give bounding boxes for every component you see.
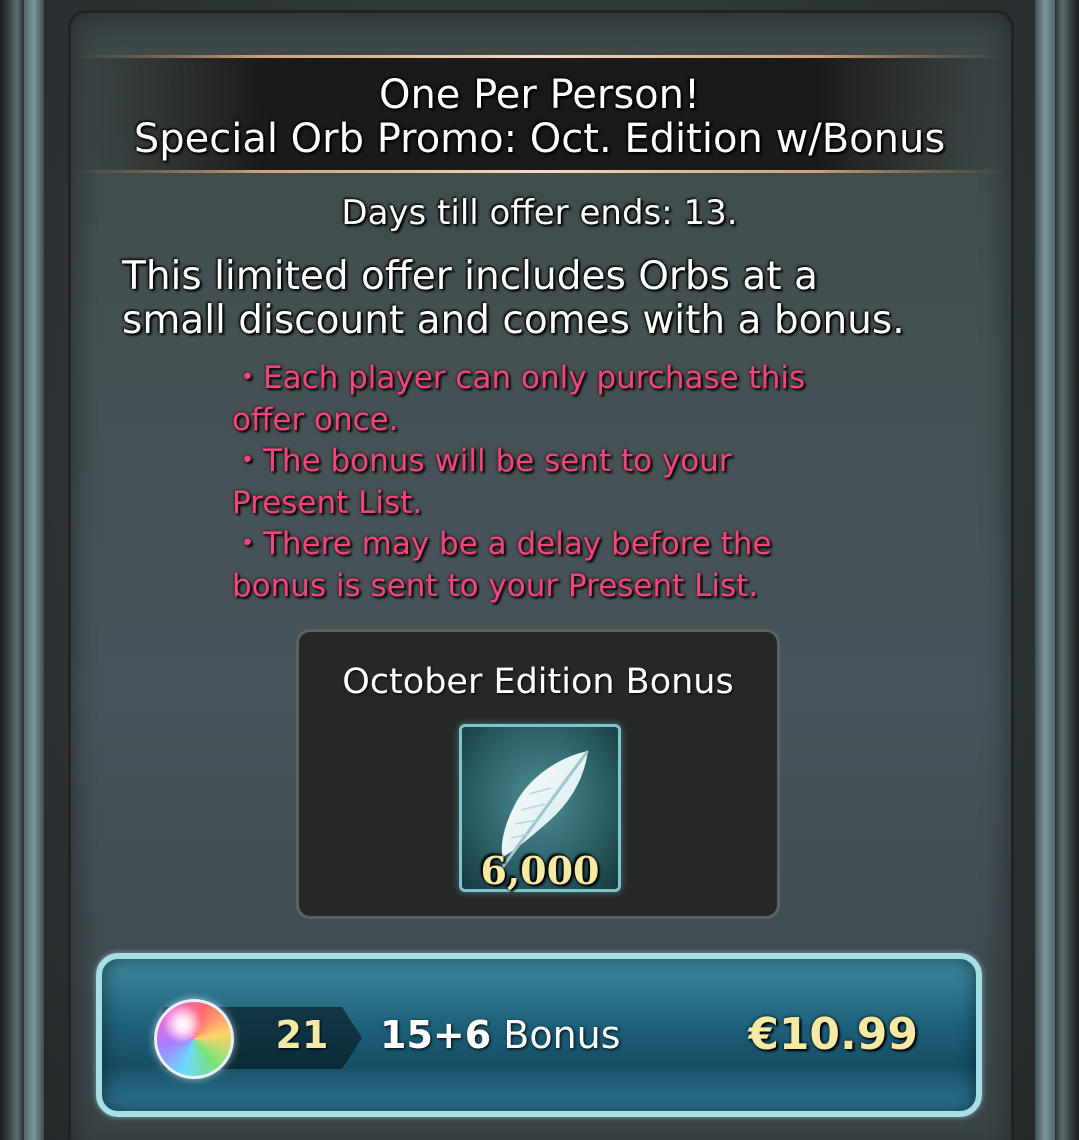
note-line: ・The bonus will be sent to your xyxy=(232,443,732,479)
title-border-top xyxy=(74,55,1004,58)
orb-amount: 15+6 xyxy=(380,1013,492,1057)
bonus-item-count: 6,000 xyxy=(480,848,600,893)
purchase-button[interactable]: 21 15+6 Bonus €10.99 xyxy=(96,953,982,1117)
bonus-box: October Edition Bonus 6,000 xyxy=(296,629,780,919)
title-border-bottom xyxy=(74,170,1004,173)
bonus-item-tile: 6,000 xyxy=(459,724,621,893)
description-line: This limited offer includes Orbs at a xyxy=(122,254,818,299)
orb-total: 21 xyxy=(275,1013,329,1057)
description-line: small discount and comes with a bonus. xyxy=(122,298,905,343)
note-line: ・There may be a delay before the xyxy=(232,526,772,562)
frame-right-inner xyxy=(1035,0,1055,1140)
note-line: Present List. xyxy=(232,484,423,521)
note-line: offer once. xyxy=(232,401,399,438)
orb-breakdown: 15+6 Bonus xyxy=(380,1013,621,1057)
offer-title-line2: Special Orb Promo: Oct. Edition w/Bonus xyxy=(133,116,946,162)
frame-right xyxy=(1055,0,1079,1140)
bonus-word: Bonus xyxy=(503,1013,621,1057)
note-line: bonus is sent to your Present List. xyxy=(232,567,759,604)
note-line: ・Each player can only purchase this xyxy=(232,360,806,396)
shop-screen: One Per Person! Special Orb Promo: Oct. … xyxy=(0,0,1079,1140)
offer-description: This limited offer includes Orbs at a sm… xyxy=(122,255,982,343)
price-label: €10.99 xyxy=(748,1009,918,1060)
offer-title-line1: One Per Person! xyxy=(378,72,701,118)
frame-left xyxy=(0,0,24,1140)
orb-icon xyxy=(154,999,234,1079)
frame-left-inner xyxy=(24,0,44,1140)
offer-notes: ・Each player can only purchase this offe… xyxy=(232,358,872,607)
days-remaining: Days till offer ends: 13. xyxy=(341,193,738,233)
bonus-title: October Edition Bonus xyxy=(342,662,734,702)
